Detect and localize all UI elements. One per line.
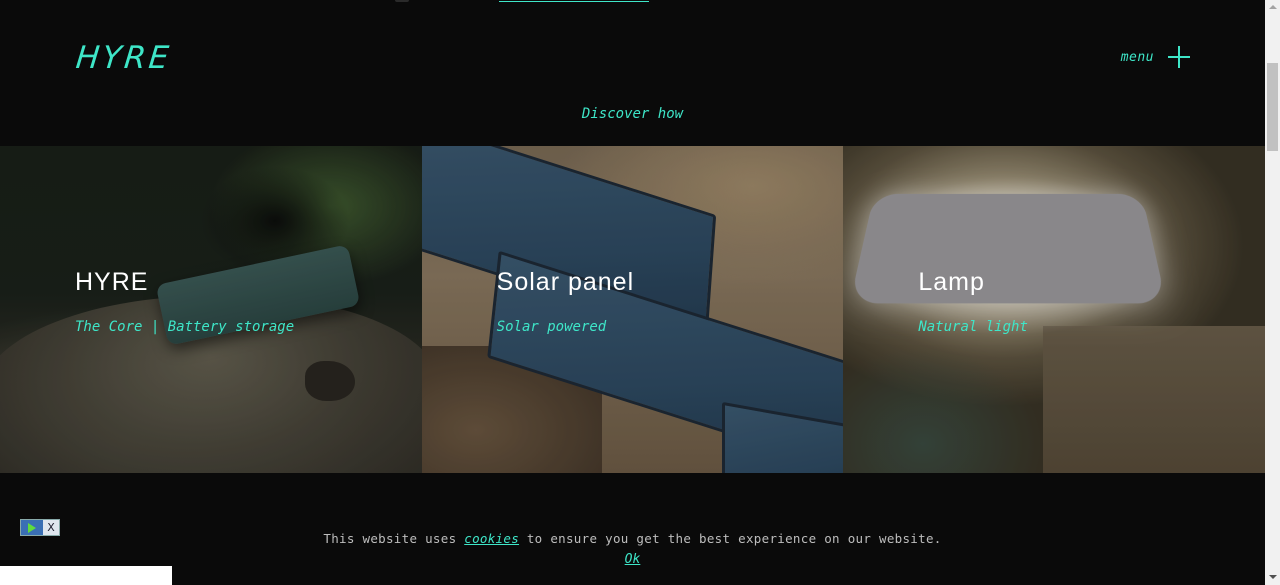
product-card-solar-panel[interactable]: Solar panel Solar powered	[421, 146, 844, 473]
menu-label: menu	[1120, 49, 1154, 65]
cookies-link[interactable]: cookies	[464, 531, 519, 546]
card-subtitle: The Core | Battery storage	[75, 319, 295, 335]
card-subtitle: Solar powered	[496, 319, 607, 335]
cookie-text-after: to ensure you get the best experience on…	[519, 531, 942, 546]
product-card-lamp[interactable]: Lamp Natural light	[843, 146, 1265, 473]
product-cards: HYRE The Core | Battery storage Solar pa…	[0, 146, 1265, 473]
play-icon[interactable]	[21, 520, 43, 535]
ad-widget: X	[20, 519, 60, 536]
card-subtitle: Natural light	[918, 319, 1028, 335]
plus-icon	[1168, 46, 1190, 68]
page: HYRE menu Discover how HYRE The Core | B…	[0, 0, 1265, 585]
logo[interactable]: HYRE	[74, 40, 173, 76]
cookie-banner: This website uses cookies to ensure you …	[0, 531, 1265, 546]
close-icon[interactable]: X	[43, 520, 59, 535]
card-title: Solar panel	[496, 268, 635, 296]
scrollbar[interactable]	[1265, 0, 1280, 585]
card-title: Lamp	[918, 268, 985, 296]
discover-link[interactable]: Discover how	[0, 106, 1265, 122]
scroll-thumb[interactable]	[1267, 63, 1278, 151]
card-title: HYRE	[75, 268, 149, 296]
cut-off-link[interactable]	[499, 0, 649, 2]
ok-label: Ok	[624, 552, 641, 567]
cookie-text-before: This website uses	[323, 531, 465, 546]
product-card-hyre[interactable]: HYRE The Core | Battery storage	[0, 146, 422, 473]
scroll-up-icon[interactable]	[1265, 0, 1280, 15]
scroll-down-icon[interactable]	[1265, 570, 1280, 585]
cut-off-icon	[395, 0, 409, 2]
menu-button[interactable]: menu	[1121, 46, 1190, 68]
cookie-ok-button[interactable]: Ok	[0, 552, 1265, 567]
top-remnant	[395, 0, 649, 4]
white-overlay-box	[0, 566, 172, 585]
